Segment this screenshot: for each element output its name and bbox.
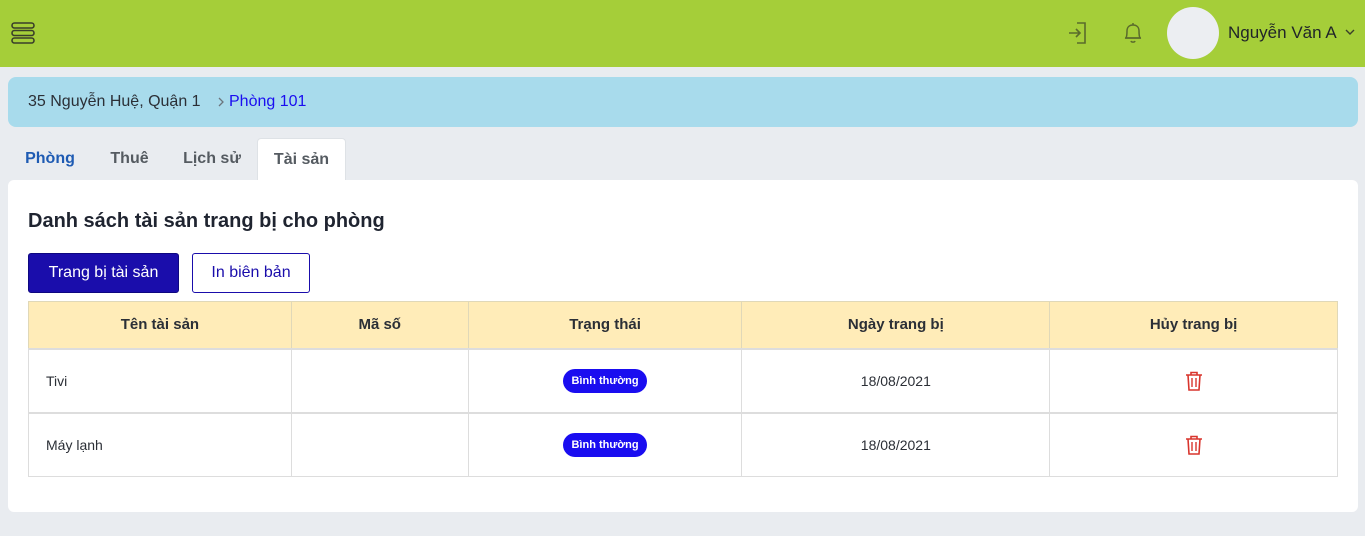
table-row: Máy lạnh Bình thường 18/08/2021 [28,411,1338,477]
tab-phong[interactable]: Phòng [9,138,91,180]
column-header: Tên tài sản [28,301,292,349]
breadcrumb: 35 Nguyễn Huệ, Quận 1 Phòng 101 [8,77,1358,127]
breadcrumb-parent[interactable]: 35 Nguyễn Huệ, Quận 1 [28,93,201,111]
asset-name: Máy lạnh [28,411,292,477]
column-header: Hủy trang bị [1049,301,1338,349]
asset-name: Tivi [28,347,292,413]
equip-date: 18/08/2021 [741,347,1051,413]
tab-tai-san[interactable]: Tài sản [257,138,346,181]
trash-icon[interactable] [1184,370,1204,392]
breadcrumb-current: Phòng 101 [229,93,307,110]
chevron-right-icon [218,97,224,107]
equip-date: 18/08/2021 [741,411,1051,477]
asset-card: Danh sách tài sản trang bị cho phòng Tra… [8,180,1358,512]
status-badge: Bình thường [563,432,647,457]
asset-table: Tên tài sản Mã số Trạng thái Ngày trang … [28,301,1338,477]
user-name[interactable]: Nguyễn Văn A [1228,23,1337,43]
column-header: Trạng thái [467,301,743,349]
column-header: Mã số [290,301,469,349]
tab-lich-su[interactable]: Lịch sử [168,138,256,180]
trash-icon[interactable] [1184,434,1204,456]
asset-code [290,347,469,413]
avatar[interactable] [1167,7,1219,59]
menu-icon[interactable] [10,20,36,46]
page-title: Danh sách tài sản trang bị cho phòng [28,210,385,232]
status-badge: Bình thường [563,368,647,393]
asset-code [290,411,469,477]
column-header: Ngày trang bị [741,301,1051,349]
bell-icon[interactable] [1121,20,1145,46]
print-report-button[interactable]: In biên bản [192,253,310,293]
top-bar: Nguyễn Văn A [0,0,1365,67]
table-row: Tivi Bình thường 18/08/2021 [28,347,1338,413]
equip-asset-button[interactable]: Trang bị tài sản [28,253,179,293]
table-header-row: Tên tài sản Mã số Trạng thái Ngày trang … [28,301,1338,349]
chevron-down-icon[interactable] [1344,26,1356,38]
tab-thue[interactable]: Thuê [93,138,166,180]
logout-icon[interactable] [1066,20,1090,46]
